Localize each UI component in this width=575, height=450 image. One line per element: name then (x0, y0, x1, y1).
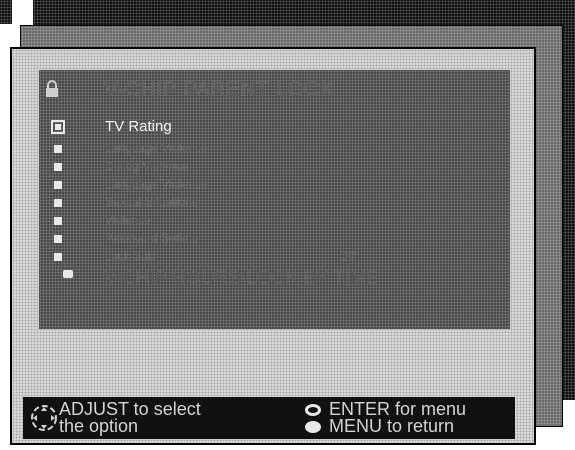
menu-item-language[interactable]: Language Violence (39, 176, 510, 194)
menu-item-label: Violence (105, 213, 151, 227)
menu-item-label: Password Setting (105, 231, 199, 245)
menu-item-label: Language Violence (105, 177, 208, 191)
menu-item-language-violence[interactable]: Language Violence (39, 140, 510, 158)
lock-icon (46, 80, 58, 97)
menu-item-violence[interactable]: Violence (39, 212, 510, 230)
menu-item-label: TV Rating (105, 118, 172, 135)
bullet-icon (54, 181, 62, 189)
hours-lock-label: V-CHIP HOURS/LOCK BY TIME (104, 268, 379, 289)
adjust-hint-line2: the option (59, 416, 139, 436)
menu-item-label: Lock Sub (105, 249, 156, 263)
menu-hint: MENU to return (329, 416, 455, 436)
bullet-icon (54, 199, 62, 207)
bullet-icon (54, 253, 62, 261)
joystick-icon (31, 405, 57, 431)
menu-item-password-setting[interactable]: Password Setting (39, 230, 510, 248)
menu-item-vchip-hours[interactable]: V-CHIP HOURS/LOCK BY TIME (39, 268, 510, 292)
enter-button-icon (305, 404, 321, 416)
help-bar: ADJUST to select the option ENTER for me… (23, 397, 515, 439)
menu-title: V-CHIP PARENT LOCK (104, 78, 335, 101)
menu-item-value: Off (339, 249, 355, 263)
menu-button-icon (305, 421, 321, 433)
menu-panel: V-CHIP PARENT LOCK TV Rating Language Vi… (39, 70, 510, 329)
bullet-icon (54, 145, 62, 153)
bullet-icon (54, 217, 62, 225)
bullet-icon (54, 163, 62, 171)
menu-item-lock-sub[interactable]: Lock Sub Off (39, 248, 510, 266)
menu-item-label: Sexual Situations (105, 195, 198, 209)
corner-mark (0, 0, 12, 24)
bullet-icon (54, 235, 62, 243)
selected-bullet-icon (51, 120, 65, 134)
menu-item-label: Dialog Violence (105, 159, 189, 173)
bullet-icon (63, 270, 73, 278)
menu-item-tv-rating[interactable]: TV Rating (39, 118, 510, 137)
menu-item-dialog-violence[interactable]: Dialog Violence (39, 158, 510, 176)
menu-item-sexual-situations[interactable]: Sexual Situations (39, 194, 510, 212)
tv-screen: V-CHIP PARENT LOCK TV Rating Language Vi… (10, 47, 536, 445)
menu-item-label: Language Violence (105, 141, 208, 155)
